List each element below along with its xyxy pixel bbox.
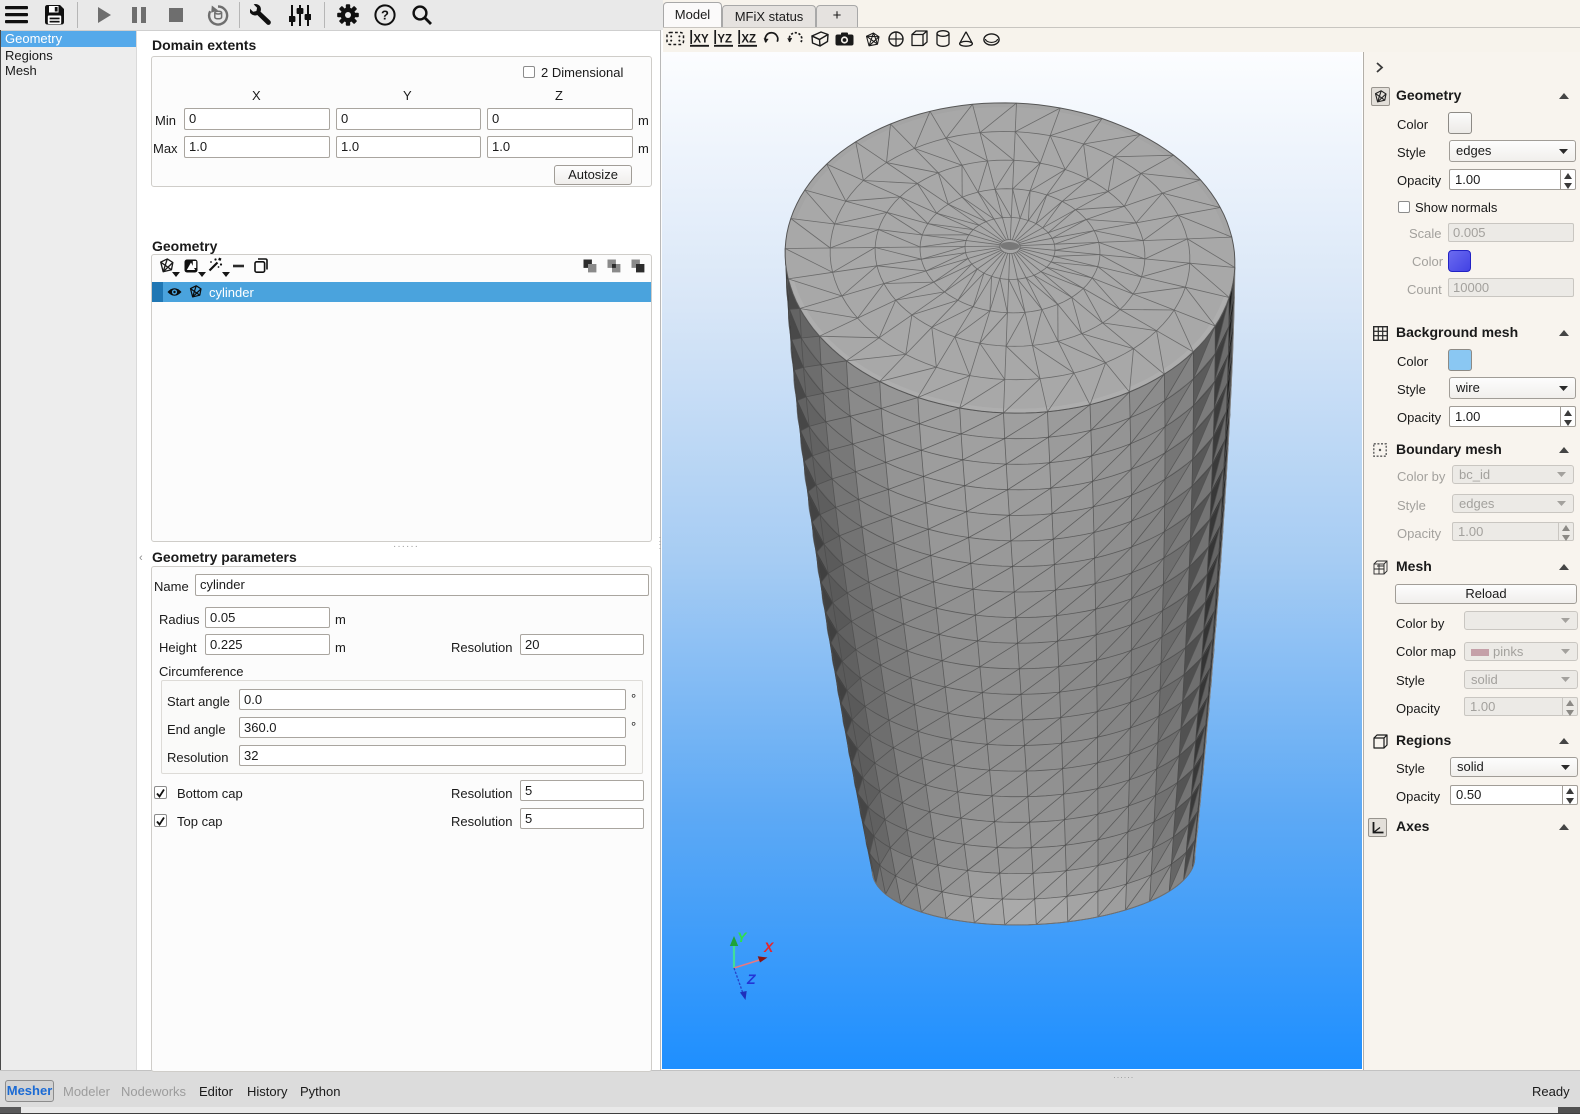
svg-text:X: X <box>763 939 775 955</box>
svg-text:?: ? <box>381 8 389 23</box>
svg-text:XY: XY <box>693 34 709 46</box>
svg-text:YZ: YZ <box>717 34 732 46</box>
svg-text:Z: Z <box>746 971 756 987</box>
svg-text:XZ: XZ <box>741 34 756 46</box>
svg-text:Y: Y <box>737 929 748 945</box>
